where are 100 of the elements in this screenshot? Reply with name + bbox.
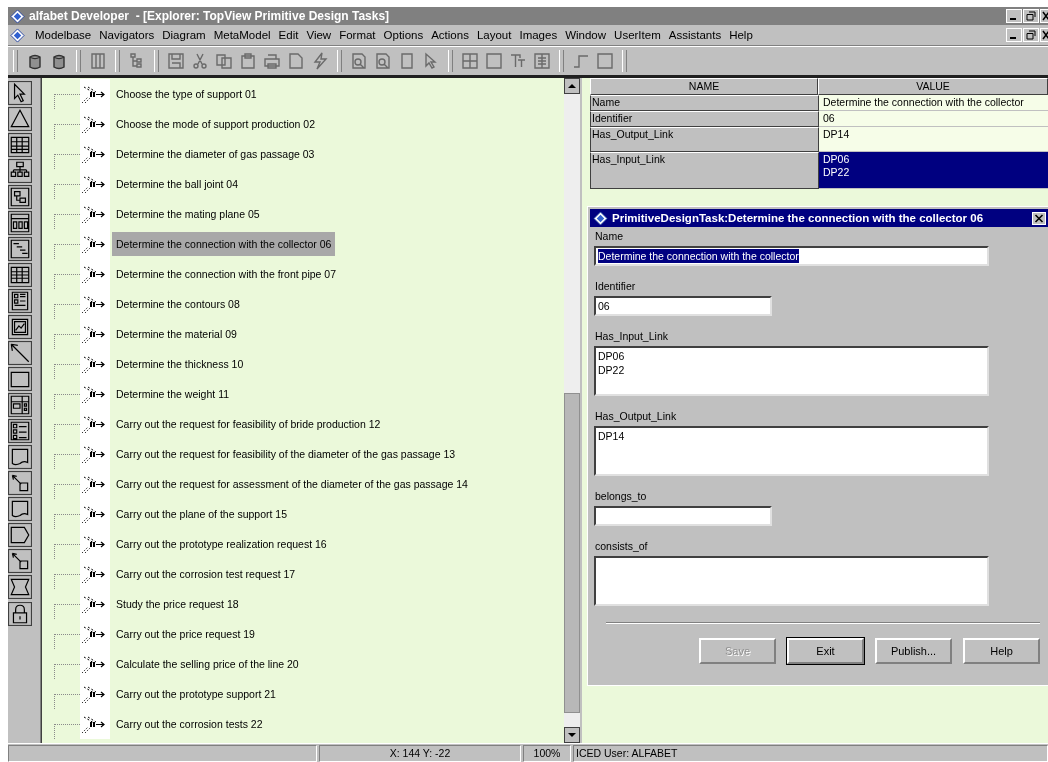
gantt-icon[interactable] bbox=[8, 237, 32, 261]
tree-item[interactable]: Carry out the price request 19 bbox=[112, 622, 259, 646]
status-text: ICED User: ALFABET bbox=[573, 745, 1048, 762]
menu-item[interactable]: Format bbox=[335, 29, 380, 41]
input-field[interactable]: DP06 DP22 bbox=[594, 346, 989, 396]
tree-item[interactable]: Carry out the prototype realization request 16 bbox=[112, 532, 331, 556]
connector-icon[interactable] bbox=[8, 471, 32, 495]
input-field[interactable]: DP14 bbox=[594, 426, 989, 476]
grid-icon[interactable] bbox=[8, 263, 32, 287]
grid-icon[interactable] bbox=[8, 133, 32, 157]
zoom-icon[interactable] bbox=[373, 51, 393, 71]
tree-item[interactable]: Calculate the selling price of the line 20 bbox=[112, 652, 303, 676]
menu-item[interactable]: Diagram bbox=[158, 29, 210, 41]
close-icon[interactable] bbox=[1040, 28, 1048, 42]
scissors-icon[interactable] bbox=[190, 51, 210, 71]
tree-item[interactable]: Carry out the corrosion test request 17 bbox=[112, 562, 300, 586]
dialog-button[interactable]: Exit bbox=[787, 638, 864, 664]
minimize-icon[interactable] bbox=[1006, 9, 1022, 23]
scroll-down-icon[interactable] bbox=[564, 727, 580, 743]
input-field[interactable] bbox=[594, 506, 772, 526]
tree-item[interactable]: Determine the ball joint 04 bbox=[112, 172, 242, 196]
menu-item[interactable]: Modelbase bbox=[31, 29, 96, 41]
zoom-icon[interactable] bbox=[349, 51, 369, 71]
tree-item[interactable]: Determine the connection with the collector 06 bbox=[112, 232, 336, 256]
tree-item[interactable]: Determine the diameter of gas passage 03 bbox=[112, 142, 319, 166]
align-icon[interactable] bbox=[532, 51, 552, 71]
arrow-icon[interactable] bbox=[8, 341, 32, 365]
table-cell: Identifier bbox=[590, 111, 819, 127]
table-cell[interactable]: 06 bbox=[819, 111, 1048, 127]
tree-item[interactable]: Choose the mode of support production 02 bbox=[112, 112, 320, 136]
menu-item[interactable]: Navigators bbox=[95, 29, 159, 41]
input-field[interactable] bbox=[594, 556, 989, 606]
menu-item[interactable]: Help bbox=[725, 29, 757, 41]
tree-item[interactable]: Carry out the request for feasibility of the diameter of the gas passage 13 bbox=[112, 442, 460, 466]
form-icon[interactable] bbox=[8, 289, 32, 313]
table-icon[interactable] bbox=[8, 211, 32, 235]
tree-item[interactable]: Carry out the request for feasibility of bride production 12 bbox=[112, 412, 385, 436]
diagram-icon[interactable] bbox=[8, 185, 32, 209]
tree-item[interactable]: Determine the weight 11 bbox=[112, 382, 234, 406]
diamond-logo-icon bbox=[593, 210, 608, 226]
menu-item[interactable]: Edit bbox=[274, 29, 303, 41]
input-field[interactable]: Determine the connection with the collector bbox=[594, 246, 989, 266]
window-title: alfabet Developer - [Explorer: TopView Primitive Design Tasks] bbox=[29, 9, 390, 23]
tree-item[interactable]: Carry out the prototype support 21 bbox=[112, 682, 280, 706]
pointer-icon[interactable] bbox=[8, 81, 32, 105]
tree-item[interactable]: Determine the mating plane 05 bbox=[112, 202, 264, 226]
table-cell[interactable]: DP14 bbox=[819, 127, 1048, 152]
connector-icon[interactable] bbox=[8, 549, 32, 573]
hierarchy-icon[interactable] bbox=[8, 159, 32, 183]
save-icon[interactable] bbox=[166, 51, 186, 71]
diamond-logo-icon[interactable] bbox=[10, 27, 25, 43]
menu-item[interactable]: Assistants bbox=[664, 29, 726, 41]
field-label: Has_Output_Link bbox=[595, 410, 678, 422]
document-shape-icon[interactable] bbox=[8, 497, 32, 521]
tree-item[interactable]: Carry out the plane of the support 15 bbox=[112, 502, 292, 526]
triangle-icon[interactable] bbox=[8, 107, 32, 131]
table-cell: Has_Input_Link bbox=[590, 152, 819, 189]
minimize-icon[interactable] bbox=[1006, 28, 1022, 42]
scroll-up-icon[interactable] bbox=[564, 78, 580, 94]
field-label: belongs_to bbox=[595, 490, 648, 502]
document-shape-icon[interactable] bbox=[8, 445, 32, 469]
paste-icon[interactable] bbox=[238, 51, 258, 71]
tree-item[interactable]: Carry out the corrosion tests 22 bbox=[112, 712, 267, 736]
table-cell[interactable]: Determine the connection with the collector bbox=[819, 95, 1048, 111]
chart-icon[interactable] bbox=[8, 315, 32, 339]
menu-item[interactable]: Actions bbox=[427, 29, 473, 41]
menu-item[interactable]: Layout bbox=[472, 29, 516, 41]
menu-item[interactable]: View bbox=[302, 29, 336, 41]
menu-item[interactable]: MetaModel bbox=[209, 29, 275, 41]
dialog-button[interactable]: Help bbox=[963, 638, 1040, 664]
tree-item[interactable]: Determine the connection with the front pipe 07 bbox=[112, 262, 341, 286]
copy-icon[interactable] bbox=[214, 51, 234, 71]
menu-item[interactable]: Window bbox=[561, 29, 611, 41]
status-text: X: 144 Y: -22 bbox=[319, 745, 521, 762]
column-header[interactable]: VALUE bbox=[818, 78, 1048, 95]
columns-icon[interactable] bbox=[88, 51, 108, 71]
tree-item[interactable]: Determine the thickness 10 bbox=[112, 352, 248, 376]
tree-item[interactable]: Carry out the request for assessment of the diameter of the gas passage 14 bbox=[112, 472, 472, 496]
close-icon[interactable] bbox=[1032, 211, 1046, 225]
list-icon[interactable] bbox=[8, 419, 32, 443]
tree-item[interactable]: Study the price request 18 bbox=[112, 592, 243, 616]
table-cell: Has_Output_Link bbox=[590, 127, 819, 152]
layout-icon[interactable] bbox=[8, 393, 32, 417]
table-cell[interactable]: DP06 DP22 bbox=[819, 152, 1048, 189]
menu-item[interactable]: Options bbox=[379, 29, 428, 41]
input-field[interactable]: 06 bbox=[594, 296, 772, 316]
lock-icon[interactable] bbox=[8, 602, 32, 626]
rectangle-icon[interactable] bbox=[8, 367, 32, 391]
pentagon-icon[interactable] bbox=[8, 523, 32, 547]
column-header[interactable]: NAME bbox=[590, 78, 818, 95]
menu-item[interactable]: Images bbox=[515, 29, 562, 41]
tree-item[interactable]: Choose the type of support 01 bbox=[112, 82, 261, 106]
tree-item[interactable]: Determine the material 09 bbox=[112, 322, 241, 346]
dialog-button[interactable]: Publish... bbox=[875, 638, 952, 664]
tree-item[interactable]: Determine the contours 08 bbox=[112, 292, 244, 316]
scrollbar[interactable] bbox=[564, 78, 580, 743]
menu-item[interactable]: UserItem bbox=[610, 29, 665, 41]
field-label: consists_of bbox=[595, 540, 649, 552]
close-icon[interactable] bbox=[1040, 9, 1048, 23]
printer-icon[interactable] bbox=[262, 51, 282, 71]
